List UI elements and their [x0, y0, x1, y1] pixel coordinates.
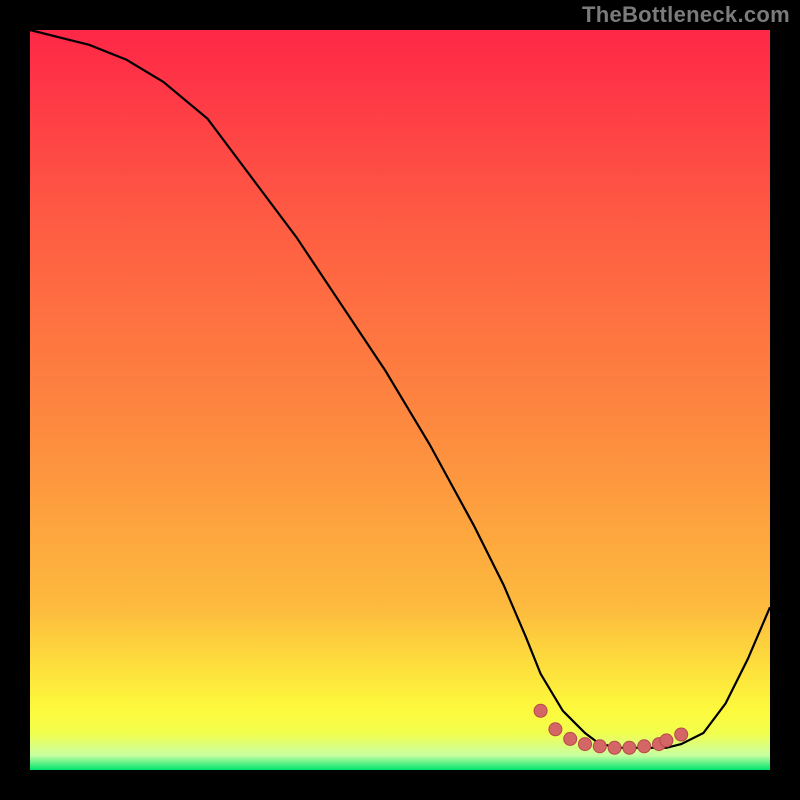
- watermark-text: TheBottleneck.com: [582, 2, 790, 28]
- marker-dot: [660, 734, 673, 747]
- marker-dot: [593, 740, 606, 753]
- marker-dot: [608, 741, 621, 754]
- marker-dot: [564, 732, 577, 745]
- marker-dot: [534, 704, 547, 717]
- marker-dot: [675, 728, 688, 741]
- chart-svg: [0, 0, 800, 800]
- bottleneck-chart: TheBottleneck.com: [0, 0, 800, 800]
- marker-dot: [623, 741, 636, 754]
- marker-dot: [638, 740, 651, 753]
- marker-dot: [579, 738, 592, 751]
- marker-dot: [549, 723, 562, 736]
- plot-background: [30, 30, 770, 770]
